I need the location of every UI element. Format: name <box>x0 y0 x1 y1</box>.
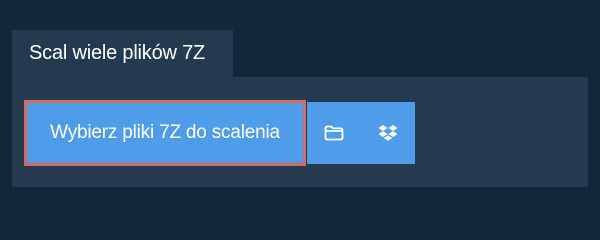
tab-label: Scal wiele plików 7Z <box>29 42 206 64</box>
dropbox-icon <box>378 124 398 142</box>
folder-icon <box>324 125 344 141</box>
tab-merge-7z-files[interactable]: Scal wiele plików 7Z <box>12 30 233 77</box>
dropbox-button[interactable] <box>361 102 415 164</box>
folder-button[interactable] <box>307 102 361 164</box>
page-background: Scal wiele plików 7Z Wybierz pliki 7Z do… <box>0 0 600 230</box>
select-7z-files-label: Wybierz pliki 7Z do scalenia <box>50 122 280 143</box>
select-7z-files-button[interactable]: Wybierz pliki 7Z do scalenia <box>24 100 306 166</box>
